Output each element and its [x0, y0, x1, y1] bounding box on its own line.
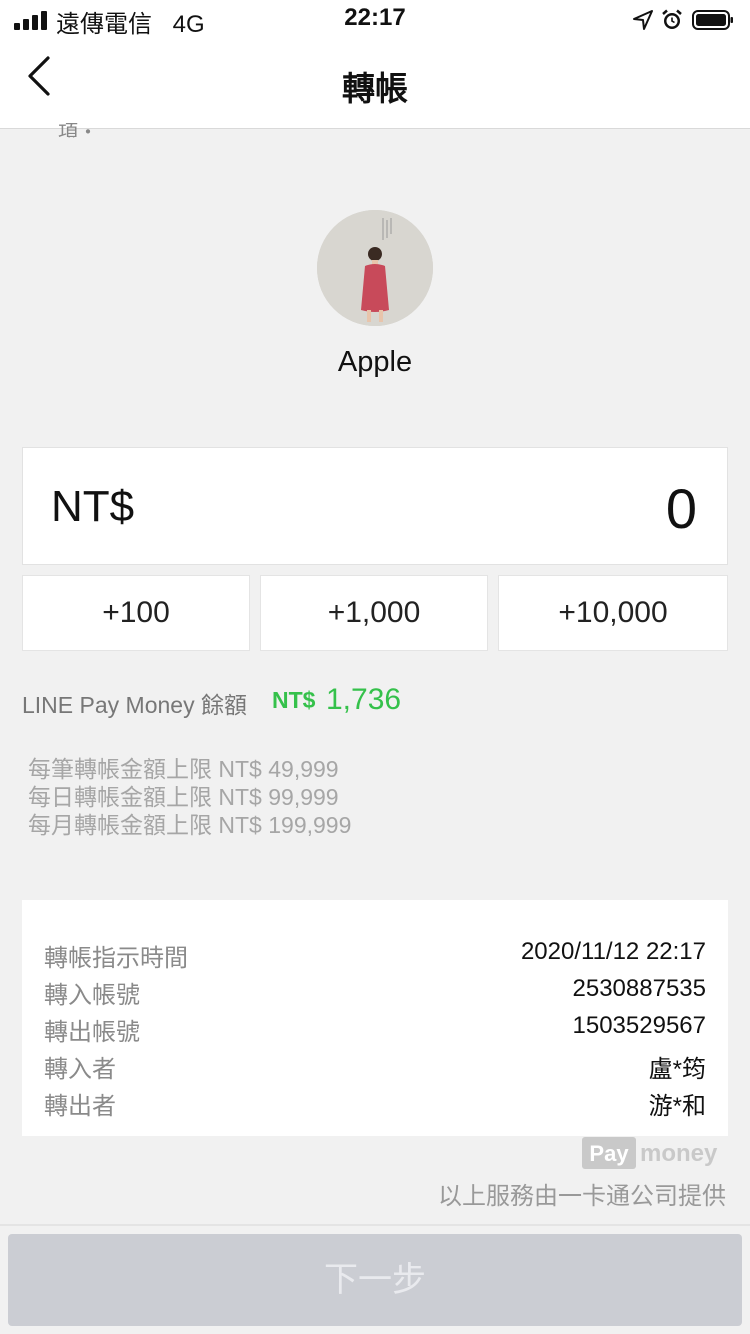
logo-money-text: money	[640, 1140, 718, 1167]
provider-note: 以上服務由一卡通公司提供	[438, 1183, 726, 1210]
recipient-name: Apple	[337, 346, 413, 378]
bottom-divider	[0, 1224, 750, 1226]
page-title: 轉帳	[342, 70, 408, 107]
next-button[interactable]: 下一步	[8, 1234, 742, 1326]
amount-input[interactable]: NT$ 0	[22, 447, 728, 565]
detail-row-sender: 轉出者 游*和	[44, 1086, 706, 1120]
avatar-photo-icon	[317, 210, 433, 326]
detail-label: 轉出者	[44, 1093, 116, 1120]
logo-pay-text: Pay	[589, 1141, 629, 1166]
pay-money-logo: Pay money	[582, 1137, 718, 1169]
amount-value: 0	[665, 477, 697, 540]
balance-currency: NT$	[272, 687, 316, 713]
detail-label: 轉入者	[44, 1056, 116, 1083]
detail-row-to-account: 轉入帳號 2530887535	[44, 975, 706, 1009]
detail-row-from-account: 轉出帳號 1503529567	[44, 1012, 706, 1046]
detail-label: 轉入帳號	[44, 982, 140, 1009]
detail-value: 1503529567	[572, 1012, 706, 1039]
alarm-clock-icon	[662, 9, 682, 29]
detail-value: 2020/11/12 22:17	[520, 938, 706, 965]
monthly-limit: 每月轉帳金額上限 NT$ 199,999	[28, 812, 352, 838]
battery-icon	[692, 10, 733, 30]
balance-value: 1,736	[326, 683, 402, 716]
detail-value: 盧*筠	[648, 1056, 706, 1083]
add-1000-button[interactable]: +1,000	[260, 575, 488, 651]
transfer-details-card: 轉帳指示時間 2020/11/12 22:17 轉入帳號 2530887535 …	[22, 900, 728, 1136]
location-arrow-icon	[633, 10, 653, 30]
detail-row-recipient: 轉入者 盧*筠	[44, 1049, 706, 1083]
detail-value: 游*和	[648, 1093, 706, 1120]
navigation-bar: 轉帳	[0, 40, 750, 129]
balance-label: LINE Pay Money 餘額	[22, 692, 247, 718]
detail-label: 轉帳指示時間	[44, 945, 188, 972]
faded-scroll-text: 項・	[58, 122, 98, 138]
add-10000-button[interactable]: +10,000	[498, 575, 728, 651]
add-100-button[interactable]: +100	[22, 575, 250, 651]
detail-value: 2530887535	[572, 975, 706, 1002]
detail-label: 轉出帳號	[44, 1019, 140, 1046]
status-bar: 遠傳電信 4G 22:17	[0, 0, 750, 40]
amount-currency: NT$	[51, 482, 135, 531]
detail-row-time: 轉帳指示時間 2020/11/12 22:17	[44, 938, 706, 972]
recipient-avatar	[317, 210, 433, 326]
